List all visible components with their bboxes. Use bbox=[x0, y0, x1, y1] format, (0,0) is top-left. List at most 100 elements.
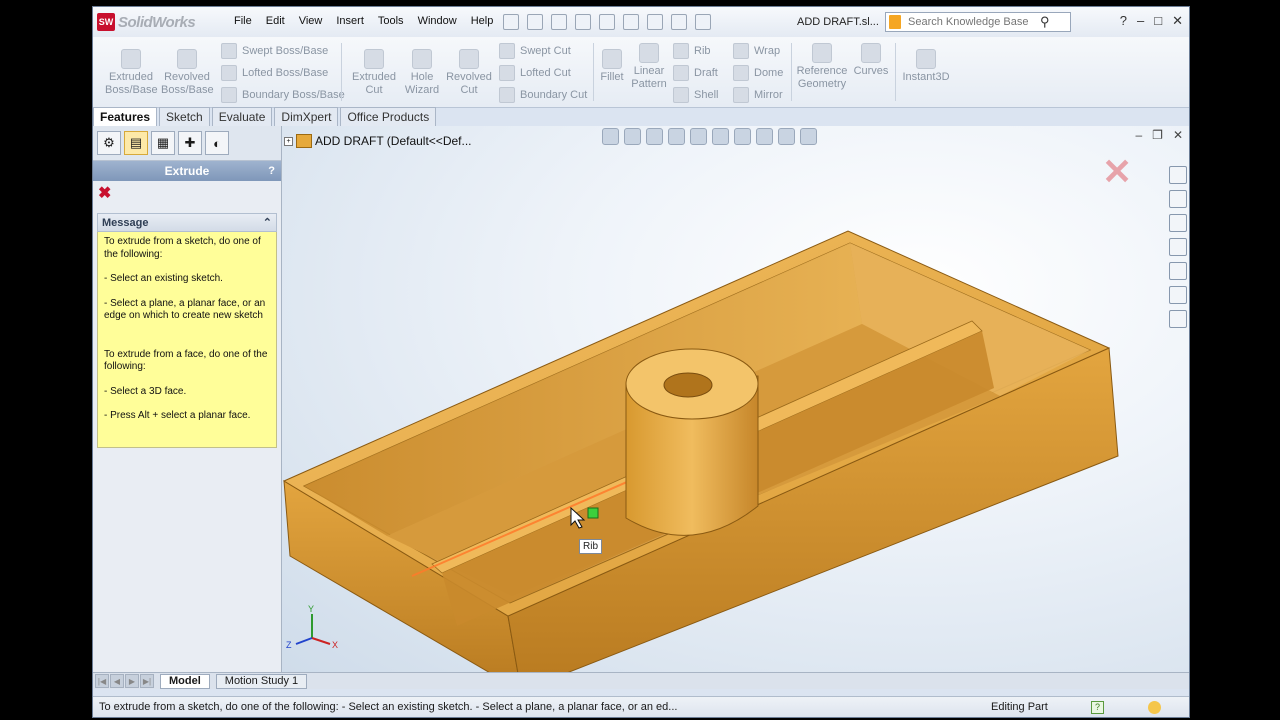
menu-window[interactable]: Window bbox=[411, 15, 464, 27]
curves-icon bbox=[861, 43, 881, 63]
shell-label: Shell bbox=[694, 89, 719, 101]
swept-boss-button[interactable]: Swept Boss/Base bbox=[221, 43, 328, 59]
file-explorer-icon[interactable] bbox=[1169, 214, 1187, 232]
ribbon-divider bbox=[593, 43, 594, 101]
reference-geometry-label: Reference Geometry bbox=[796, 65, 848, 90]
linear-pattern-button[interactable]: Linear Pattern bbox=[629, 43, 669, 91]
extruded-boss-icon bbox=[121, 49, 141, 69]
triad-z-label: Z bbox=[286, 640, 292, 650]
revolved-boss-label: Revolved Boss/Base bbox=[161, 71, 214, 96]
menu-view[interactable]: View bbox=[292, 15, 330, 27]
part-model[interactable]: Y X Z bbox=[282, 126, 1189, 673]
menu-help[interactable]: Help bbox=[464, 15, 501, 27]
feature-manager-icon[interactable]: ⚙ bbox=[97, 131, 121, 155]
dimxpert-manager-icon[interactable]: ✚ bbox=[178, 131, 202, 155]
menu-bar: File Edit View Insert Tools Window Help bbox=[227, 15, 500, 27]
new-document-icon[interactable] bbox=[527, 14, 543, 30]
quick-tips-icon[interactable]: ? bbox=[1091, 700, 1104, 714]
options-icon[interactable] bbox=[695, 14, 711, 30]
forum-icon[interactable] bbox=[1169, 310, 1187, 328]
display-manager-icon[interactable]: ◐ bbox=[205, 131, 229, 155]
tab-motion-study[interactable]: Motion Study 1 bbox=[215, 673, 308, 689]
rib-button[interactable]: Rib bbox=[673, 43, 711, 59]
tab-office-products[interactable]: Office Products bbox=[340, 107, 437, 126]
property-manager-icon[interactable]: ▤ bbox=[124, 131, 148, 155]
status-mode: Editing Part bbox=[991, 701, 1048, 713]
task-pane-tabs bbox=[1167, 166, 1189, 328]
fillet-button[interactable]: Fillet bbox=[595, 49, 629, 84]
design-library-icon[interactable] bbox=[1169, 190, 1187, 208]
knowledge-base-icon bbox=[889, 15, 901, 29]
swept-cut-button[interactable]: Swept Cut bbox=[499, 43, 571, 59]
extruded-boss-button[interactable]: Extruded Boss/Base bbox=[105, 49, 158, 97]
select-icon[interactable] bbox=[647, 14, 663, 30]
draft-button[interactable]: Draft bbox=[673, 65, 718, 81]
linear-pattern-icon bbox=[639, 43, 659, 63]
undo-icon[interactable] bbox=[623, 14, 639, 30]
mirror-icon bbox=[733, 87, 749, 103]
appearances-icon[interactable] bbox=[1169, 262, 1187, 280]
menu-tools[interactable]: Tools bbox=[371, 15, 411, 27]
tab-features[interactable]: Features bbox=[93, 107, 158, 126]
pin-icon[interactable] bbox=[503, 14, 519, 30]
menu-file[interactable]: File bbox=[227, 15, 259, 27]
lofted-cut-button[interactable]: Lofted Cut bbox=[499, 65, 571, 81]
boundary-cut-button[interactable]: Boundary Cut bbox=[499, 87, 587, 103]
boundary-boss-button[interactable]: Boundary Boss/Base bbox=[221, 87, 345, 103]
help-icon[interactable]: ? bbox=[1120, 13, 1127, 29]
draft-label: Draft bbox=[694, 67, 718, 79]
last-tab-icon[interactable]: ▶| bbox=[140, 674, 154, 688]
view-palette-icon[interactable] bbox=[1169, 238, 1187, 256]
search-input[interactable] bbox=[906, 15, 1040, 29]
message-group-header[interactable]: Message ⌃ bbox=[97, 213, 277, 232]
open-icon[interactable] bbox=[551, 14, 567, 30]
rib-label: Rib bbox=[694, 45, 711, 57]
menu-insert[interactable]: Insert bbox=[329, 15, 371, 27]
dome-button[interactable]: Dome bbox=[733, 65, 783, 81]
reference-geometry-button[interactable]: Reference Geometry bbox=[795, 43, 849, 91]
curves-button[interactable]: Curves bbox=[851, 43, 891, 78]
tab-sketch[interactable]: Sketch bbox=[159, 107, 210, 126]
custom-properties-icon[interactable] bbox=[1169, 286, 1187, 304]
prev-tab-icon[interactable]: ◀ bbox=[110, 674, 124, 688]
boss-hole[interactable] bbox=[663, 372, 713, 398]
extruded-cut-button[interactable]: Extruded Cut bbox=[348, 49, 400, 97]
shell-button[interactable]: Shell bbox=[673, 87, 718, 103]
message-line: To extrude from a sketch, do one of the … bbox=[104, 236, 261, 260]
hole-wizard-button[interactable]: Hole Wizard bbox=[399, 49, 445, 97]
tab-dimxpert[interactable]: DimXpert bbox=[274, 107, 339, 126]
extruded-cut-icon bbox=[364, 49, 384, 69]
wrap-label: Wrap bbox=[754, 45, 781, 57]
maximize-icon[interactable]: □ bbox=[1154, 13, 1162, 29]
close-icon[interactable]: ✕ bbox=[1172, 13, 1183, 29]
solidworks-resources-icon[interactable] bbox=[1169, 166, 1187, 184]
reference-geometry-icon bbox=[812, 43, 832, 63]
wrap-button[interactable]: Wrap bbox=[733, 43, 780, 59]
rebuild-icon[interactable] bbox=[671, 14, 687, 30]
tab-evaluate[interactable]: Evaluate bbox=[211, 107, 273, 126]
lofted-boss-button[interactable]: Lofted Boss/Base bbox=[221, 65, 328, 81]
instant3d-button[interactable]: Instant3D bbox=[899, 49, 953, 84]
graphics-area[interactable]: + ADD DRAFT (Default<<Def... – ❐ ✕ ✕ Y X… bbox=[282, 126, 1189, 673]
mirror-button[interactable]: Mirror bbox=[733, 87, 783, 103]
revolved-boss-button[interactable]: Revolved Boss/Base bbox=[161, 49, 214, 97]
search-knowledge-base[interactable]: ⚲ bbox=[885, 12, 1071, 32]
search-icon[interactable]: ⚲ bbox=[1040, 14, 1050, 30]
collapse-icon[interactable]: ⌃ bbox=[263, 216, 272, 229]
fillet-icon bbox=[602, 49, 622, 69]
next-tab-icon[interactable]: ▶ bbox=[125, 674, 139, 688]
status-bar: To extrude from a sketch, do one of the … bbox=[93, 696, 1189, 717]
menu-edit[interactable]: Edit bbox=[259, 15, 292, 27]
revolved-cut-button[interactable]: Revolved Cut bbox=[445, 49, 493, 97]
save-icon[interactable] bbox=[575, 14, 591, 30]
configuration-manager-icon[interactable]: ▦ bbox=[151, 131, 175, 155]
cancel-icon[interactable]: ✖ bbox=[98, 183, 111, 203]
first-tab-icon[interactable]: |◀ bbox=[95, 674, 109, 688]
print-icon[interactable] bbox=[599, 14, 615, 30]
wrap-icon bbox=[733, 43, 749, 59]
tab-model[interactable]: Model bbox=[160, 673, 210, 689]
help-icon[interactable]: ? bbox=[268, 165, 275, 177]
app-name: SolidWorks bbox=[118, 13, 196, 31]
minimize-icon[interactable]: – bbox=[1137, 13, 1144, 29]
rebuild-status-icon[interactable] bbox=[1148, 700, 1161, 714]
